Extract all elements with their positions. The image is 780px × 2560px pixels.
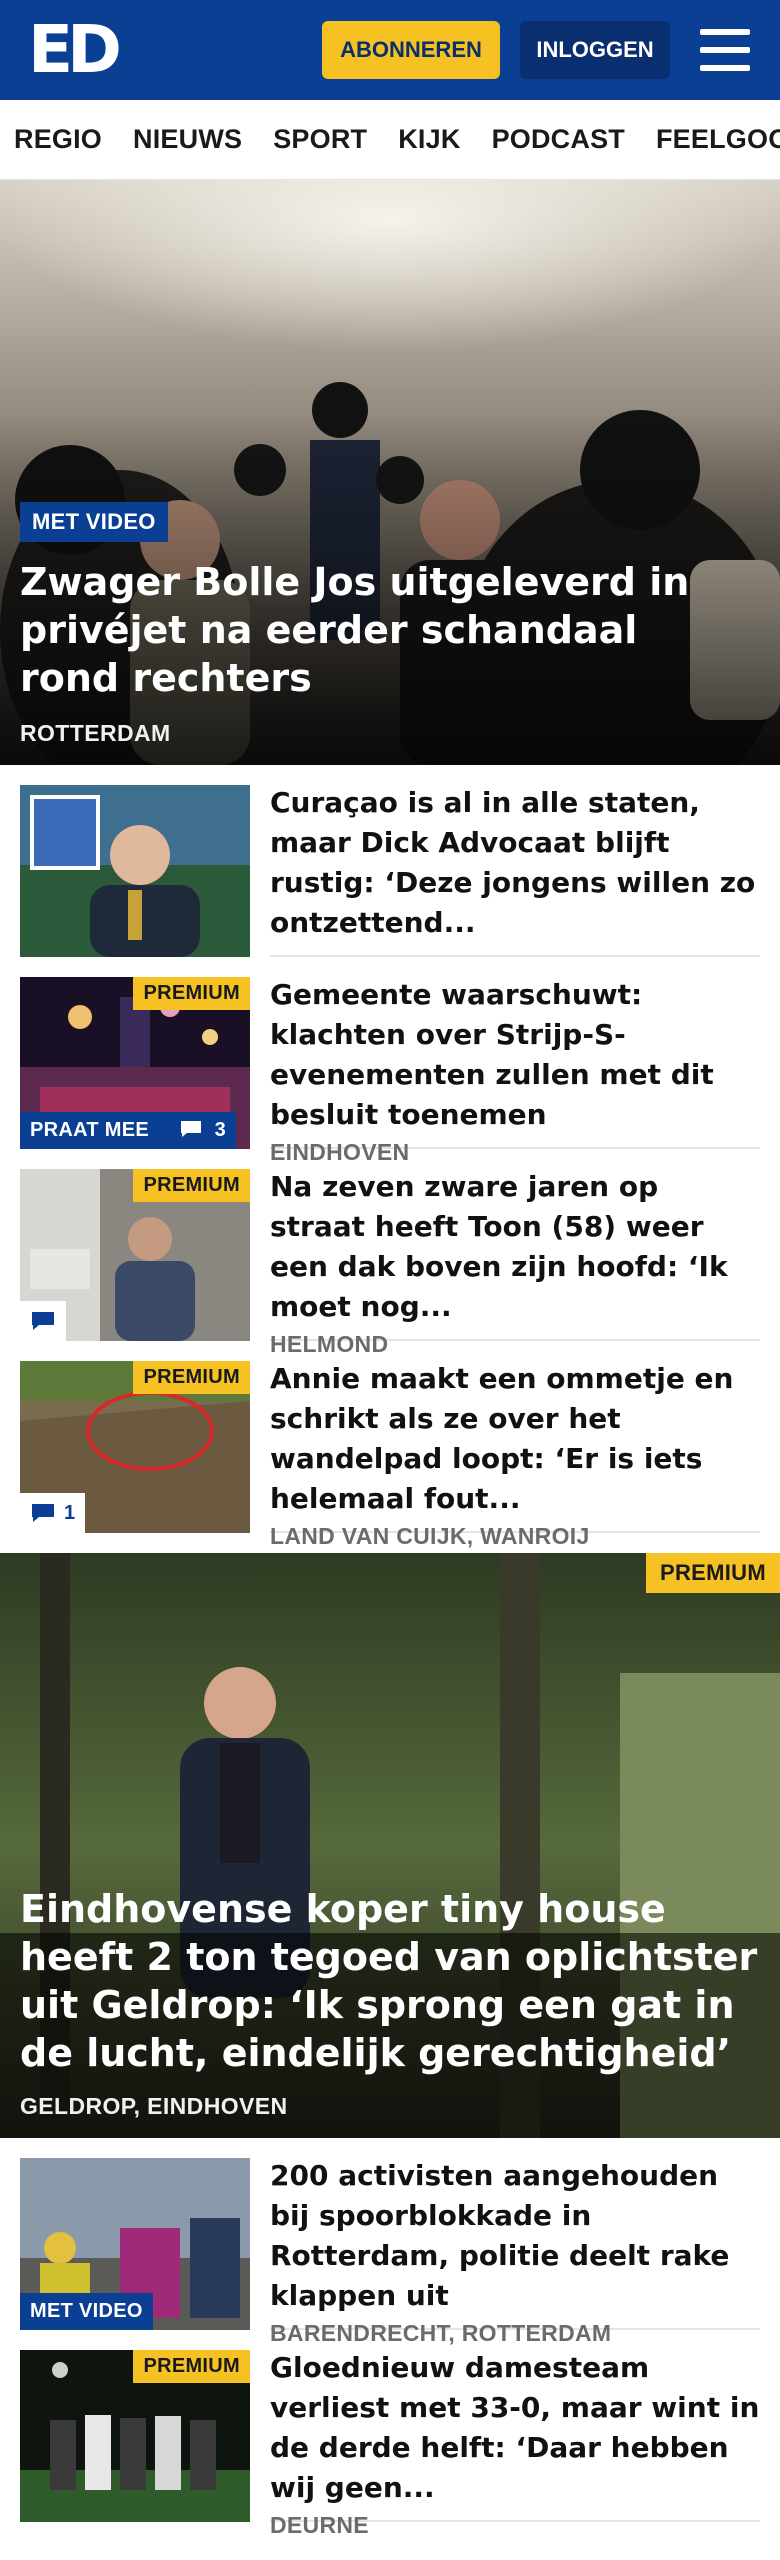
article-thumbnail bbox=[20, 785, 250, 957]
site-header: ED ABONNEREN INLOGGEN bbox=[0, 0, 780, 100]
hamburger-menu-icon[interactable] bbox=[700, 29, 750, 71]
list-item[interactable]: PREMIUM PRAAT MEE 3 Gemeente waarschuwt:… bbox=[0, 957, 780, 1165]
premium-badge: PREMIUM bbox=[133, 1361, 250, 1394]
list-item[interactable]: PREMIUM Gloednieuw damesteam verliest me… bbox=[0, 2330, 780, 2538]
login-button[interactable]: INLOGGEN bbox=[520, 21, 670, 79]
article-thumbnail: MET VIDEO bbox=[20, 2158, 250, 2330]
nav-item-podcast[interactable]: PODCAST bbox=[492, 124, 625, 155]
feature-headline[interactable]: Eindhovense koper tiny house heeft 2 ton… bbox=[20, 1885, 760, 2077]
section-nav: REGIO NIEUWS SPORT KIJK PODCAST FEELGOOD bbox=[0, 100, 780, 180]
comment-count: 1 bbox=[64, 1501, 76, 1524]
list-item[interactable]: MET VIDEO 200 activisten aangehouden bij… bbox=[0, 2138, 780, 2346]
hero-location: ROTTERDAM bbox=[20, 720, 171, 746]
article-thumbnail: PREMIUM 1 bbox=[20, 1361, 250, 1533]
video-badge: MET VIDEO bbox=[20, 2293, 153, 2330]
video-badge: MET VIDEO bbox=[20, 502, 168, 542]
comment-icon bbox=[180, 1121, 201, 1137]
premium-badge: PREMIUM bbox=[133, 1169, 250, 1202]
article-location: LAND VAN CUIJK, WANROIJ bbox=[270, 1523, 590, 1549]
article-thumbnail: PREMIUM bbox=[20, 1169, 250, 1341]
comments-link[interactable] bbox=[20, 1301, 66, 1341]
comment-count: 3 bbox=[214, 1119, 227, 1141]
article-headline[interactable]: Annie maakt een ommetje en schrikt als z… bbox=[270, 1359, 760, 1519]
premium-badge: PREMIUM bbox=[133, 977, 250, 1010]
premium-badge: PREMIUM bbox=[133, 2350, 250, 2383]
feature-location: GELDROP, EINDHOVEN bbox=[20, 2093, 288, 2119]
comment-icon bbox=[32, 1504, 54, 1522]
article-location: DEURNE bbox=[270, 2512, 369, 2538]
nav-item-sport[interactable]: SPORT bbox=[273, 124, 367, 155]
site-logo[interactable]: ED bbox=[28, 17, 122, 83]
nav-item-nieuws[interactable]: NIEUWS bbox=[133, 124, 242, 155]
nav-item-regio[interactable]: REGIO bbox=[14, 124, 102, 155]
comment-icon bbox=[32, 1312, 54, 1330]
list-item[interactable]: PREMIUM 1 Annie maakt een ommetje en sch… bbox=[0, 1341, 780, 1549]
article-headline[interactable]: Na zeven zware jaren op straat heeft Too… bbox=[270, 1167, 760, 1327]
nav-item-kijk[interactable]: KIJK bbox=[398, 124, 460, 155]
discussion-badge[interactable]: PRAAT MEE 3 bbox=[20, 1112, 237, 1149]
article-headline[interactable]: 200 activisten aangehouden bij spoorblok… bbox=[270, 2156, 760, 2316]
comments-link[interactable]: 1 bbox=[20, 1493, 86, 1533]
list-item[interactable]: Curaçao is al in alle staten, maar Dick … bbox=[0, 765, 780, 957]
article-headline[interactable]: Gemeente waarschuwt: klachten over Strij… bbox=[270, 975, 760, 1135]
hero-headline[interactable]: Zwager Bolle Jos uitgeleverd in privéjet… bbox=[20, 558, 740, 702]
article-headline[interactable]: Curaçao is al in alle staten, maar Dick … bbox=[270, 783, 760, 943]
article-thumbnail: PREMIUM PRAAT MEE 3 bbox=[20, 977, 250, 1149]
list-item[interactable]: PREMIUM Na zeven zware jaren op straat h… bbox=[0, 1149, 780, 1357]
premium-badge: PREMIUM bbox=[646, 1553, 780, 1593]
nav-item-feelgood[interactable]: FEELGOOD bbox=[656, 124, 780, 155]
article-headline[interactable]: Gloednieuw damesteam verliest met 33-0, … bbox=[270, 2348, 760, 2508]
feature-article[interactable]: PREMIUM Eindhovense koper tiny house hee… bbox=[0, 1553, 780, 2138]
hero-article[interactable]: MET VIDEO Zwager Bolle Jos uitgeleverd i… bbox=[0, 180, 780, 765]
article-thumbnail: PREMIUM bbox=[20, 2350, 250, 2522]
subscribe-button[interactable]: ABONNEREN bbox=[322, 21, 500, 79]
